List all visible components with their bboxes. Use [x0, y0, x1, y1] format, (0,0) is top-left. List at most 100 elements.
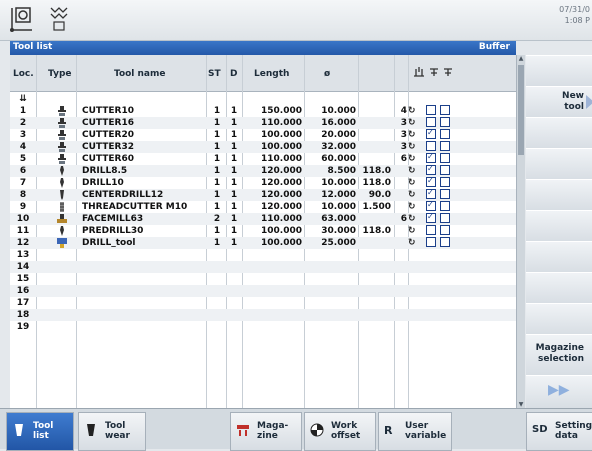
coolant-2-checkbox[interactable] — [440, 237, 450, 247]
table-row[interactable]: 17 — [10, 297, 516, 309]
vsk-blank-7[interactable] — [526, 272, 592, 304]
table-row[interactable]: 14 — [10, 261, 516, 273]
table-row[interactable]: 7 DRILL10 1 1 120.000 10.000 118.0 ↻ — [10, 175, 516, 189]
diameter-cell: 60.000 — [321, 154, 356, 164]
magazine-button[interactable]: Maga-zine — [230, 412, 302, 451]
work-offset-button[interactable]: Work offset — [304, 412, 376, 451]
magazine-icon — [237, 425, 249, 436]
vsk-blank-5[interactable] — [526, 210, 592, 242]
vsk-blank-2[interactable] — [526, 117, 592, 149]
length-cell: 110.000 — [261, 118, 302, 128]
user-variable-button[interactable]: R User variable — [378, 412, 452, 451]
list-scrollbar[interactable]: ▲ ▼ — [516, 55, 525, 408]
buffer-row[interactable]: ⇊ — [10, 93, 516, 105]
coolant-2-checkbox[interactable] — [440, 129, 450, 139]
tool-wear-icon — [87, 424, 95, 436]
tool-list-label: Tool list — [33, 421, 54, 441]
d-cell: 1 — [230, 166, 238, 176]
table-row[interactable]: 6 DRILL8.5 1 1 120.000 8.500 118.0 ↻ — [10, 163, 516, 177]
coolant-2-checkbox[interactable] — [440, 117, 450, 127]
scroll-thumb[interactable] — [518, 65, 524, 155]
diameter-cell: 32.000 — [321, 142, 356, 152]
coolant-1-checkbox[interactable] — [426, 127, 436, 139]
coolant-2-checkbox[interactable] — [440, 153, 450, 163]
coolant-2-checkbox[interactable] — [440, 177, 450, 187]
table-row[interactable]: 9 THREADCUTTER M10 1 1 120.000 10.000 1.500 ↻ — [10, 199, 516, 213]
coolant-1-checkbox[interactable] — [426, 117, 436, 127]
buffer-label: Buffer — [478, 42, 510, 52]
table-row[interactable]: 18 — [10, 309, 516, 321]
table-row[interactable]: 4 CUTTER32 1 1 100.000 32.000 3 ↻ — [10, 141, 516, 153]
scroll-down-icon[interactable]: ▼ — [517, 401, 525, 408]
vsk-blank-4[interactable] — [526, 179, 592, 211]
extra-cell: 118.0 — [362, 226, 391, 236]
tool-list-button[interactable]: Tool list — [6, 412, 74, 451]
length-cell: 100.000 — [261, 130, 302, 140]
scroll-up-icon[interactable]: ▲ — [517, 55, 525, 62]
coolant-2-checkbox[interactable] — [440, 165, 450, 175]
location-cell: 10 — [16, 214, 30, 224]
d-cell: 1 — [230, 202, 238, 212]
d-cell: 1 — [230, 226, 238, 236]
coolant-1-checkbox[interactable] — [426, 225, 436, 235]
diameter-cell: 10.000 — [321, 202, 356, 212]
col-diameter: ø — [324, 69, 331, 79]
table-row[interactable]: 19 — [10, 321, 516, 333]
d-cell: 1 — [230, 118, 238, 128]
table-row[interactable]: 11 PREDRILL30 1 1 100.000 30.000 118.0 ↻ — [10, 225, 516, 237]
coolant-1-checkbox[interactable] — [426, 151, 436, 163]
extra-cell: 118.0 — [362, 178, 391, 188]
coolant-1-checkbox[interactable] — [426, 187, 436, 199]
table-row[interactable]: 8 CENTERDRILL12 1 1 120.000 12.000 90.0 ↻ — [10, 187, 516, 201]
table-row[interactable]: 5 CUTTER60 1 1 110.000 60.000 6 ↻ — [10, 151, 516, 165]
table-header: Loc. Type Tool name ST D Length ø — [10, 55, 516, 92]
coolant-2-checkbox[interactable] — [440, 189, 450, 199]
vertical-softkey-bar: New tool Magazine selection ▶▶ — [526, 55, 592, 409]
new-tool-button[interactable]: New tool — [526, 86, 592, 118]
col-length: Length — [254, 69, 290, 79]
coolant-1-checkbox[interactable] — [426, 105, 436, 115]
tool-name-cell: DRILL_tool — [82, 238, 136, 248]
table-row[interactable]: 1 CUTTER10 1 1 150.000 10.000 4 ↻ — [10, 105, 516, 117]
vsk-blank-1[interactable] — [526, 55, 592, 87]
length-cell: 120.000 — [261, 190, 302, 200]
tool-wear-button[interactable]: Tool wear — [78, 412, 146, 451]
table-row[interactable]: 13 — [10, 249, 516, 261]
tool-list-table[interactable]: Loc. Type Tool name ST D Length ø ⇊ 1 CUTT… — [10, 55, 516, 408]
table-row[interactable]: 2 CUTTER16 1 1 110.000 16.000 3 ↻ — [10, 117, 516, 129]
diameter-cell: 16.000 — [321, 118, 356, 128]
tool-name-cell: PREDRILL30 — [82, 226, 144, 236]
coolant-1-checkbox[interactable] — [426, 175, 436, 187]
coolant-1-checkbox[interactable] — [426, 163, 436, 175]
d-cell: 1 — [230, 178, 238, 188]
table-row[interactable]: 16 — [10, 285, 516, 297]
st-cell: 2 — [213, 214, 221, 224]
tool-icon — [15, 424, 23, 436]
mill-tool-icon — [58, 118, 66, 128]
spindle-direction-icon: ↻ — [408, 142, 416, 152]
setting-data-button[interactable]: SD Setting data — [526, 412, 592, 451]
coolant-2-checkbox[interactable] — [440, 141, 450, 151]
table-row[interactable]: 10 FACEMILL63 2 1 110.000 63.000 6 ↻ — [10, 211, 516, 225]
coolant-2-checkbox[interactable] — [440, 201, 450, 211]
vsk-blank-3[interactable] — [526, 148, 592, 180]
tool-name-cell: DRILL8.5 — [82, 166, 128, 176]
next-page-button[interactable]: ▶▶ — [526, 375, 592, 409]
diameter-cell: 10.000 — [321, 178, 356, 188]
coolant-1-checkbox[interactable] — [426, 211, 436, 223]
coolant-1-checkbox[interactable] — [426, 237, 436, 247]
coolant-1-checkbox[interactable] — [426, 141, 436, 151]
table-row[interactable]: 15 — [10, 273, 516, 285]
tool-name-cell: CUTTER20 — [82, 130, 135, 140]
coolant-2-checkbox[interactable] — [440, 105, 450, 115]
vsk-blank-8[interactable] — [526, 303, 592, 335]
diameter-cell: 10.000 — [321, 106, 356, 116]
table-row[interactable]: 12 DRILL_tool 1 1 100.000 25.000 ↻ — [10, 237, 516, 249]
coolant-2-checkbox[interactable] — [440, 213, 450, 223]
diameter-cell: 12.000 — [321, 190, 356, 200]
coolant-2-checkbox[interactable] — [440, 225, 450, 235]
table-row[interactable]: 3 CUTTER20 1 1 100.000 20.000 3 ↻ — [10, 127, 516, 141]
vsk-blank-6[interactable] — [526, 241, 592, 273]
magazine-selection-button[interactable]: Magazine selection — [526, 334, 592, 376]
coolant-1-checkbox[interactable] — [426, 199, 436, 211]
